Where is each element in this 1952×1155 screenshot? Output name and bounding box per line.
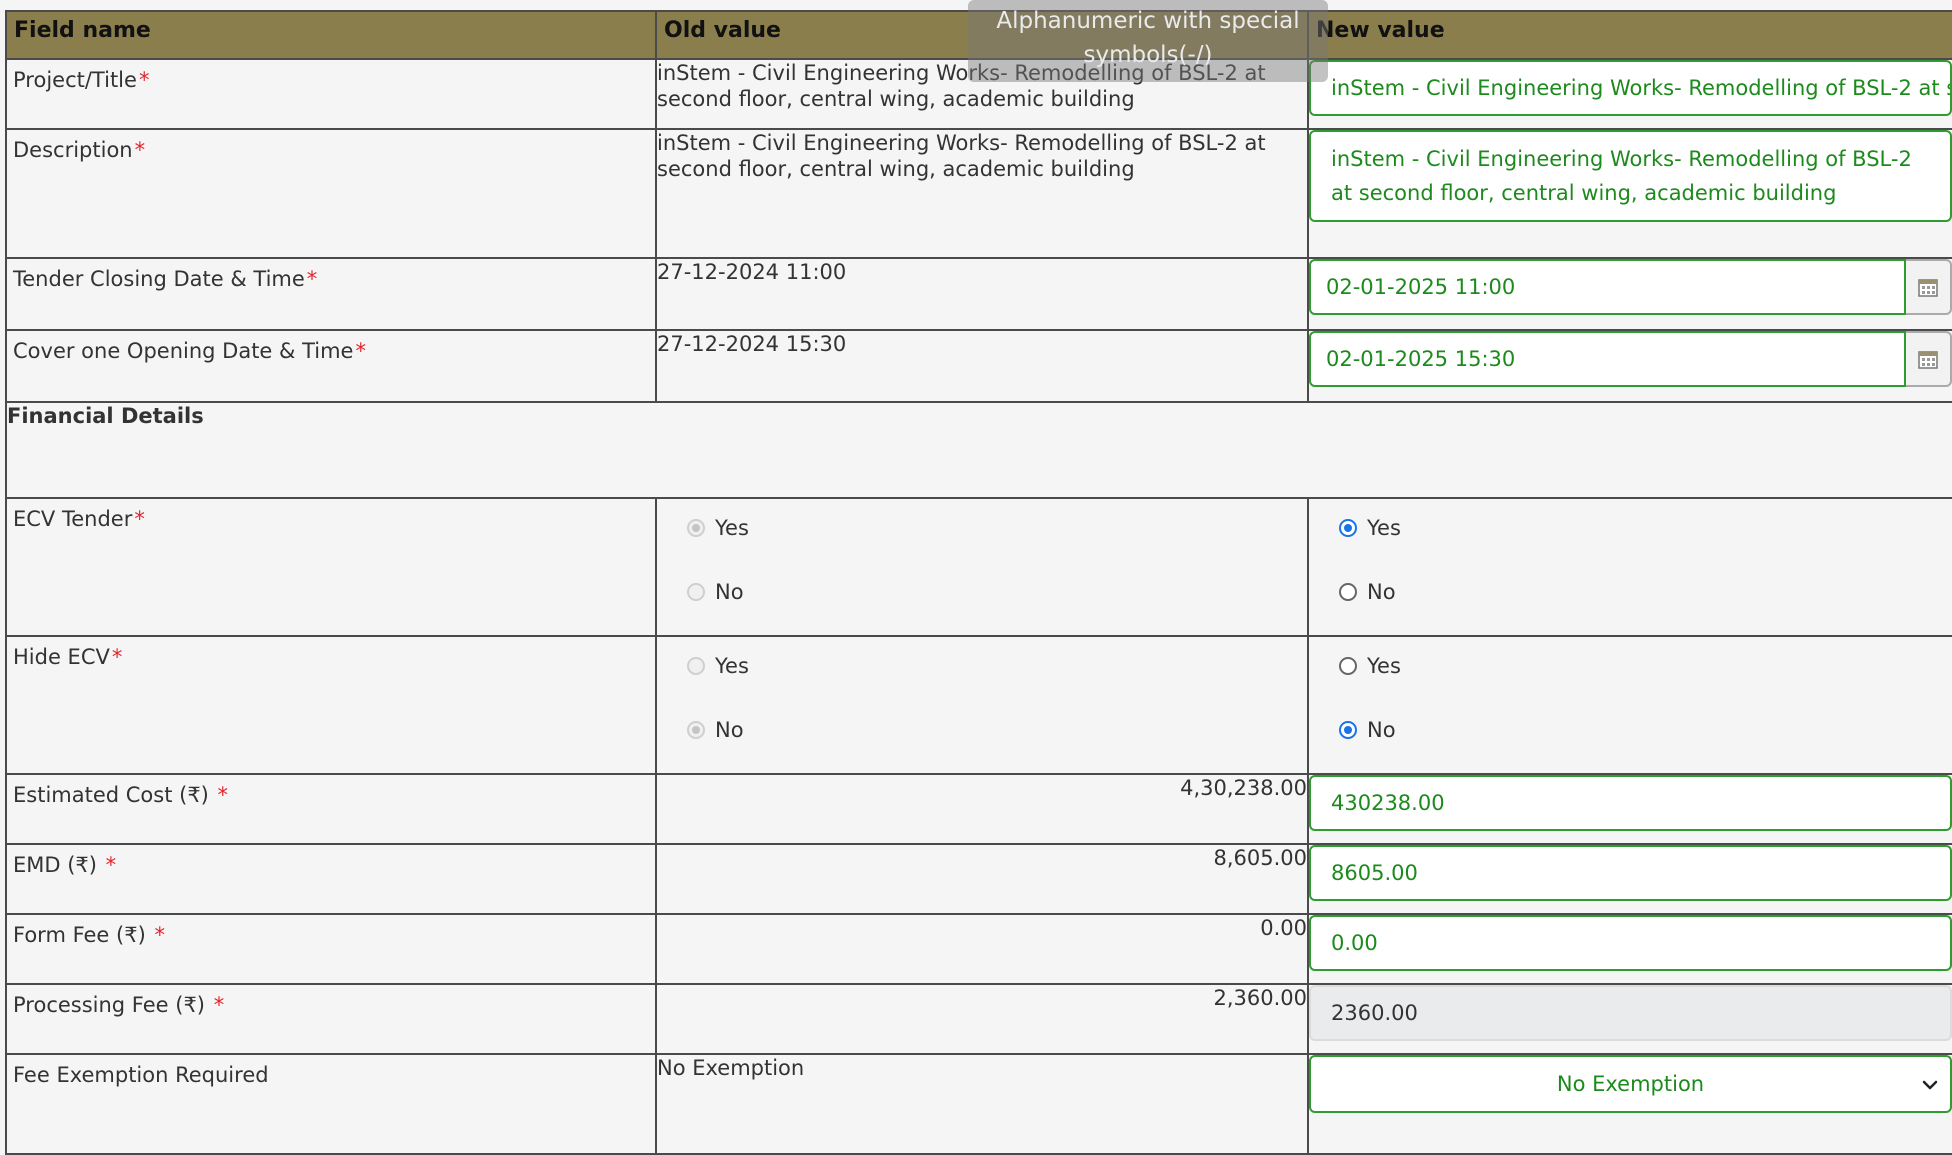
field-label-processing-fee: Processing Fee (₹) (13, 993, 212, 1017)
field-label-tender-closing: Tender Closing Date & Time (13, 267, 305, 291)
old-value-estimated-cost: 4,30,238.00 (655, 773, 1309, 845)
row-ecv-tender: ECV Tender* Yes No Yes No (5, 497, 1952, 637)
required-asterisk: * (154, 923, 165, 947)
old-hide-ecv-yes-radio (687, 657, 705, 675)
row-tender-closing: Tender Closing Date & Time* 27-12-2024 1… (5, 257, 1952, 331)
hide-ecv-no-radio[interactable] (1339, 721, 1357, 739)
calendar-icon[interactable] (1906, 259, 1952, 315)
row-financial-section: Financial Details (5, 401, 1952, 499)
radio-label[interactable]: No (1367, 579, 1396, 605)
radio-label[interactable]: No (1367, 717, 1396, 743)
old-hide-ecv-no-radio (687, 721, 705, 739)
row-processing-fee: Processing Fee (₹) * 2,360.00 2360.00 (5, 983, 1952, 1055)
row-form-fee: Form Fee (₹) * 0.00 0.00 (5, 913, 1952, 985)
field-label-fee-exemption: Fee Exemption Required (13, 1063, 269, 1087)
fee-exemption-selected-value: No Exemption (1556, 1072, 1705, 1096)
field-label-form-fee: Form Fee (₹) (13, 923, 153, 947)
hide-ecv-yes-radio[interactable] (1339, 657, 1357, 675)
old-ecv-tender-yes-radio (687, 519, 705, 537)
section-heading-financial-details: Financial Details (5, 401, 1952, 499)
radio-label: Yes (715, 654, 749, 678)
old-value-processing-fee: 2,360.00 (655, 983, 1309, 1055)
required-asterisk: * (111, 645, 123, 669)
field-comparison-table: Field name Old value New value Project/T… (5, 10, 1952, 1155)
required-asterisk: * (134, 138, 146, 162)
field-label-description: Description (13, 138, 133, 162)
ecv-tender-yes-radio[interactable] (1339, 519, 1357, 537)
radio-label: No (715, 580, 744, 604)
old-hide-ecv-radio-group: Yes No (657, 637, 1307, 747)
calendar-icon[interactable] (1906, 331, 1952, 387)
required-asterisk: * (217, 783, 229, 807)
row-hide-ecv: Hide ECV* Yes No Yes No (5, 635, 1952, 775)
column-header-field-name: Field name (5, 10, 657, 60)
project-title-input[interactable]: inStem - Civil Engineering Works- Remode… (1309, 60, 1952, 116)
field-label-ecv-tender: ECV Tender (13, 507, 133, 531)
emd-input[interactable]: 8605.00 (1309, 845, 1952, 901)
column-header-new-value: New value (1307, 10, 1952, 60)
required-asterisk: * (306, 267, 318, 291)
radio-label: No (715, 718, 744, 742)
field-label-project-title: Project/Title (13, 68, 137, 92)
cover-opening-date-input[interactable]: 02-01-2025 15:30 (1309, 331, 1906, 387)
fee-exemption-select[interactable]: No Exemption (1309, 1055, 1952, 1113)
radio-label: Yes (715, 516, 749, 540)
row-fee-exemption: Fee Exemption Required No Exemption No E… (5, 1053, 1952, 1155)
row-project-title: Project/Title* inStem - Civil Engineerin… (5, 58, 1952, 130)
old-value-cover-opening: 27-12-2024 15:30 (655, 329, 1309, 403)
old-ecv-tender-radio-group: Yes No (657, 499, 1307, 609)
field-label-emd: EMD (₹) (13, 853, 104, 877)
old-value-description: inStem - Civil Engineering Works- Remode… (655, 128, 1309, 259)
new-hide-ecv-radio-group: Yes No (1309, 637, 1952, 747)
column-header-old-value: Old value (655, 10, 1309, 60)
old-value-fee-exemption: No Exemption (655, 1053, 1309, 1155)
radio-label[interactable]: Yes (1367, 653, 1401, 679)
field-label-hide-ecv: Hide ECV (13, 645, 110, 669)
old-value-project-title: inStem - Civil Engineering Works- Remode… (655, 58, 1309, 130)
ecv-tender-no-radio[interactable] (1339, 583, 1357, 601)
required-asterisk: * (105, 853, 117, 877)
row-estimated-cost: Estimated Cost (₹) * 4,30,238.00 430238.… (5, 773, 1952, 845)
required-asterisk: * (138, 68, 150, 92)
tender-closing-date-input[interactable]: 02-01-2025 11:00 (1309, 259, 1906, 315)
row-description: Description* inStem - Civil Engineering … (5, 128, 1952, 259)
radio-label[interactable]: Yes (1367, 515, 1401, 541)
processing-fee-input: 2360.00 (1309, 985, 1952, 1041)
row-emd: EMD (₹) * 8,605.00 8605.00 (5, 843, 1952, 915)
old-value-tender-closing: 27-12-2024 11:00 (655, 257, 1309, 331)
old-ecv-tender-no-radio (687, 583, 705, 601)
field-label-cover-opening: Cover one Opening Date & Time (13, 339, 354, 363)
form-fee-input[interactable]: 0.00 (1309, 915, 1952, 971)
required-asterisk: * (355, 339, 366, 363)
old-value-form-fee: 0.00 (655, 913, 1309, 985)
tender-corrigendum-form: Field name Old value New value Project/T… (0, 0, 1952, 1155)
new-ecv-tender-radio-group: Yes No (1309, 499, 1952, 609)
required-asterisk: * (134, 507, 145, 531)
required-asterisk: * (213, 993, 225, 1017)
chevron-down-icon (1922, 1080, 1938, 1090)
estimated-cost-input[interactable]: 430238.00 (1309, 775, 1952, 831)
old-value-emd: 8,605.00 (655, 843, 1309, 915)
row-cover-opening: Cover one Opening Date & Time* 27-12-202… (5, 329, 1952, 403)
description-textarea[interactable]: inStem - Civil Engineering Works- Remode… (1309, 130, 1952, 222)
field-label-estimated-cost: Estimated Cost (₹) (13, 783, 216, 807)
